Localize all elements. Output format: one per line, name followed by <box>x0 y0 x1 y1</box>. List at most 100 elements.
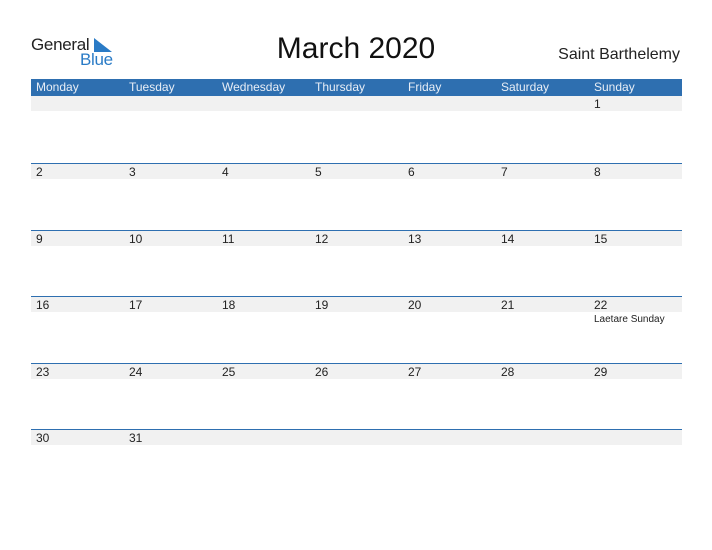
day-cell: 11 <box>217 231 310 297</box>
weekday-monday: Monday <box>36 80 79 94</box>
day-number: 10 <box>129 232 143 246</box>
day-number: 2 <box>36 165 43 179</box>
week-row: 23 24 25 26 27 28 29 <box>31 363 682 430</box>
day-cell: 31 <box>124 430 217 496</box>
day-cell: 21 <box>496 297 589 363</box>
day-header-band <box>31 96 124 111</box>
day-number: 21 <box>501 298 515 312</box>
day-number: 13 <box>408 232 422 246</box>
day-cell: 2 <box>31 164 124 230</box>
weekday-saturday: Saturday <box>501 80 550 94</box>
day-cell <box>124 96 217 162</box>
day-cell: 9 <box>31 231 124 297</box>
holiday-label: Laetare Sunday <box>594 314 665 325</box>
day-number: 15 <box>594 232 608 246</box>
day-number: 28 <box>501 365 515 379</box>
weekday-sunday: Sunday <box>594 80 635 94</box>
day-number: 1 <box>594 97 601 111</box>
day-cell: 10 <box>124 231 217 297</box>
day-number: 12 <box>315 232 329 246</box>
day-number: 9 <box>36 232 43 246</box>
day-header-band <box>403 96 496 111</box>
day-number: 6 <box>408 165 415 179</box>
day-header-band <box>310 96 403 111</box>
day-number: 26 <box>315 365 329 379</box>
day-cell: 18 <box>217 297 310 363</box>
day-header-band <box>217 164 310 179</box>
day-cell <box>403 430 496 496</box>
day-number: 19 <box>315 298 329 312</box>
day-cell: 27 <box>403 364 496 430</box>
day-cell: 5 <box>310 164 403 230</box>
weekday-tuesday: Tuesday <box>129 80 175 94</box>
day-number: 11 <box>222 232 235 246</box>
day-cell: 1 <box>589 96 682 162</box>
day-number: 30 <box>36 431 50 445</box>
week-row: 9 10 11 12 13 14 15 <box>31 230 682 297</box>
day-header-band <box>31 231 124 246</box>
day-cell <box>217 430 310 496</box>
day-number: 20 <box>408 298 422 312</box>
day-cell: 4 <box>217 164 310 230</box>
day-number: 3 <box>129 165 136 179</box>
day-header-band <box>496 96 589 111</box>
day-cell: 17 <box>124 297 217 363</box>
day-cell: 29 <box>589 364 682 430</box>
day-number: 24 <box>129 365 143 379</box>
day-cell: 22 Laetare Sunday <box>589 297 682 363</box>
day-number: 14 <box>501 232 515 246</box>
day-header-band <box>124 164 217 179</box>
day-cell: 19 <box>310 297 403 363</box>
day-cell: 28 <box>496 364 589 430</box>
day-cell: 7 <box>496 164 589 230</box>
week-row: 16 17 18 19 20 21 22 Laetare Sunday <box>31 296 682 363</box>
day-number: 8 <box>594 165 601 179</box>
day-header-band <box>310 164 403 179</box>
week-row: 2 3 4 5 6 7 8 <box>31 163 682 230</box>
week-row: 30 31 <box>31 429 682 496</box>
day-number: 22 <box>594 298 608 312</box>
day-header-band <box>403 164 496 179</box>
day-number: 25 <box>222 365 236 379</box>
weekday-header: Monday Tuesday Wednesday Thursday Friday… <box>31 79 682 96</box>
day-cell: 12 <box>310 231 403 297</box>
day-number: 4 <box>222 165 229 179</box>
day-number: 29 <box>594 365 608 379</box>
day-header-band <box>589 96 682 111</box>
day-cell: 23 <box>31 364 124 430</box>
day-number: 7 <box>501 165 508 179</box>
day-cell: 26 <box>310 364 403 430</box>
day-number: 17 <box>129 298 143 312</box>
day-header-band <box>217 430 310 445</box>
day-cell: 3 <box>124 164 217 230</box>
day-cell <box>310 430 403 496</box>
day-cell <box>496 96 589 162</box>
day-cell <box>589 430 682 496</box>
day-cell: 25 <box>217 364 310 430</box>
day-header-band <box>589 430 682 445</box>
day-cell <box>403 96 496 162</box>
day-cell: 13 <box>403 231 496 297</box>
day-number: 18 <box>222 298 236 312</box>
day-cell: 8 <box>589 164 682 230</box>
country-label: Saint Barthelemy <box>558 46 680 63</box>
day-header-band <box>496 430 589 445</box>
day-header-band <box>31 164 124 179</box>
day-number: 31 <box>129 431 143 445</box>
day-cell: 30 <box>31 430 124 496</box>
day-header-band <box>217 96 310 111</box>
day-cell: 6 <box>403 164 496 230</box>
day-number: 5 <box>315 165 322 179</box>
day-header-band <box>310 430 403 445</box>
day-cell: 14 <box>496 231 589 297</box>
day-cell <box>496 430 589 496</box>
day-number: 27 <box>408 365 422 379</box>
day-cell: 20 <box>403 297 496 363</box>
day-header-band <box>403 430 496 445</box>
weekday-friday: Friday <box>408 80 442 94</box>
day-cell <box>217 96 310 162</box>
day-cell: 16 <box>31 297 124 363</box>
week-row: 1 <box>31 96 682 162</box>
day-header-band <box>124 96 217 111</box>
weekday-thursday: Thursday <box>315 80 366 94</box>
